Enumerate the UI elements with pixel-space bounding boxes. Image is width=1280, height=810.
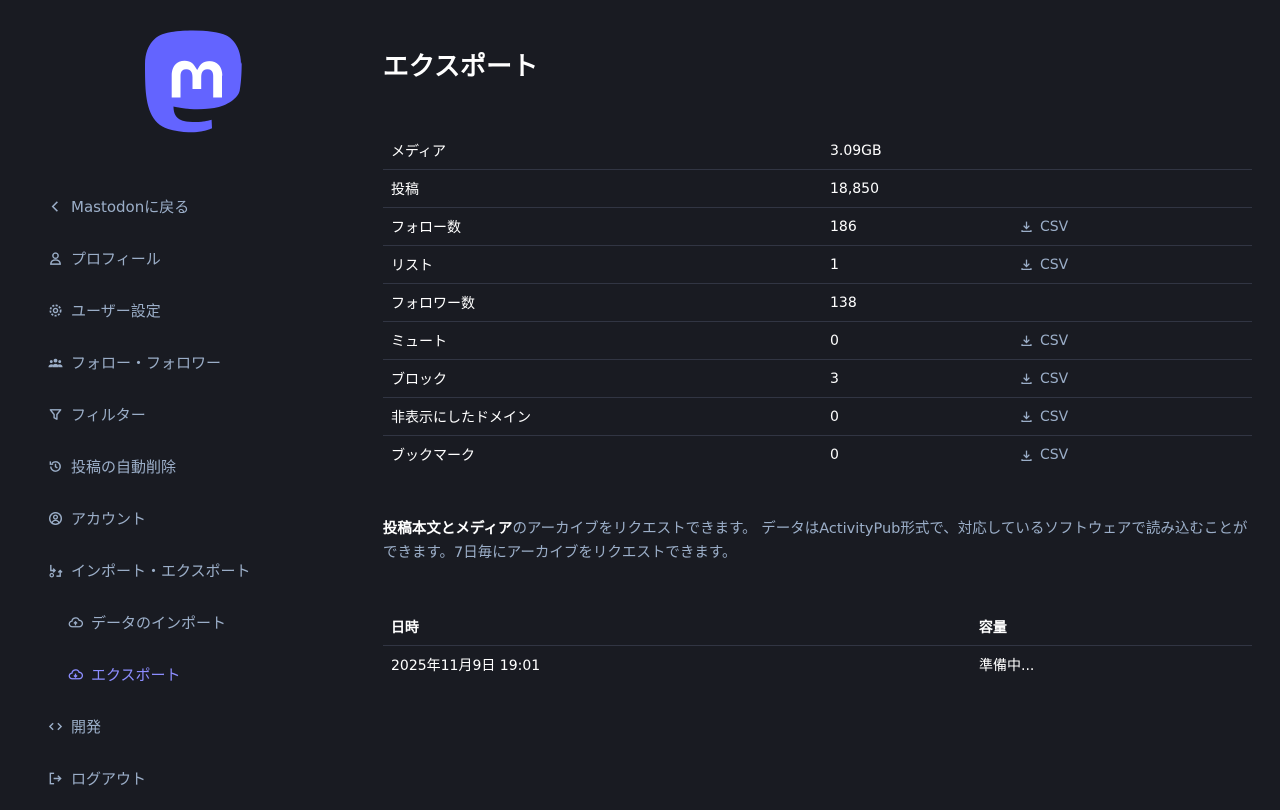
column-header-datetime: 日時 xyxy=(391,619,419,636)
gear-icon xyxy=(48,303,63,318)
csv-label: CSV xyxy=(1040,447,1069,463)
archive-size: 準備中... xyxy=(979,658,1035,674)
sidebar-item-label: Mastodonに戻る xyxy=(71,197,190,216)
archive-table: 日時 容量 2025年11月9日 19:01 準備中... xyxy=(383,608,1252,684)
sidebar-item-label: データのインポート xyxy=(91,613,227,632)
stat-value: 138 xyxy=(830,294,857,311)
table-row: ブロック 3 CSV xyxy=(383,360,1252,398)
download-icon xyxy=(1021,259,1032,271)
csv-download-mutes[interactable]: CSV xyxy=(1020,333,1068,349)
csv-label: CSV xyxy=(1040,408,1069,425)
people-icon xyxy=(48,355,63,370)
download-icon xyxy=(1021,373,1032,385)
cloud-upload-icon xyxy=(68,615,83,630)
logout-icon xyxy=(48,771,63,786)
csv-download-follows[interactable]: CSV xyxy=(1020,219,1068,235)
sidebar-item-preferences[interactable]: ユーザー設定 xyxy=(48,298,161,322)
stat-label: ブックマーク xyxy=(391,448,475,464)
table-row: リスト 1 CSV xyxy=(383,246,1252,284)
stat-value: 0 xyxy=(830,408,839,425)
import-export-icon xyxy=(48,563,63,578)
account-circle-icon xyxy=(48,511,63,526)
stat-label: ミュート xyxy=(391,333,447,350)
csv-label: CSV xyxy=(1040,370,1069,387)
sidebar-item-development[interactable]: 開発 xyxy=(48,714,101,738)
download-icon xyxy=(1021,335,1032,347)
sidebar-item-label: フォロー・フォロワー xyxy=(71,353,222,372)
person-icon xyxy=(48,251,63,266)
export-stats-table: メディア 3.09GB 投稿 18,850 フォロー数 186 CSV リスト … xyxy=(383,132,1252,474)
archive-datetime: 2025年11月9日 19:01 xyxy=(391,658,541,674)
download-icon xyxy=(1021,411,1032,423)
stat-label: リスト xyxy=(391,257,433,274)
download-icon xyxy=(1021,221,1032,233)
stat-label: フォロー数 xyxy=(391,219,461,236)
sidebar-item-import-export[interactable]: インポート・エクスポート xyxy=(48,558,251,582)
sidebar-item-label: 開発 xyxy=(71,717,102,736)
sidebar-item-label: エクスポート xyxy=(91,665,181,684)
history-icon xyxy=(48,459,63,474)
sidebar-item-data-import[interactable]: データのインポート xyxy=(68,610,226,634)
stat-value: 0 xyxy=(830,447,839,463)
archive-note-text: のアーカイブをリクエストできます。 データはActivityPub形式で、対応し… xyxy=(383,521,1248,561)
stat-value: 3.09GB xyxy=(830,142,882,159)
sidebar-item-auto-delete[interactable]: 投稿の自動削除 xyxy=(48,454,176,478)
table-row: 投稿 18,850 xyxy=(383,170,1252,208)
sidebar-item-export[interactable]: エクスポート xyxy=(68,662,181,686)
archive-description: 投稿本文とメディアのアーカイブをリクエストできます。 データはActivityP… xyxy=(383,517,1253,565)
filter-icon xyxy=(48,407,63,422)
sidebar-item-label: ログアウト xyxy=(71,769,147,788)
sidebar-item-label: ユーザー設定 xyxy=(71,301,161,320)
csv-download-lists[interactable]: CSV xyxy=(1020,257,1068,273)
sidebar: Mastodonに戻る プロフィール ユーザー設定 フォロー・フォロワー フィル… xyxy=(0,0,340,810)
stat-value: 1 xyxy=(830,256,839,273)
stat-value: 18,850 xyxy=(830,180,879,197)
sidebar-item-label: インポート・エクスポート xyxy=(71,561,251,580)
chevron-left-icon xyxy=(48,199,63,214)
stat-label: 投稿 xyxy=(391,181,419,198)
table-row: 非表示にしたドメイン 0 CSV xyxy=(383,398,1252,436)
csv-download-blocks[interactable]: CSV xyxy=(1020,371,1068,387)
sidebar-item-profile[interactable]: プロフィール xyxy=(48,246,161,270)
csv-label: CSV xyxy=(1040,218,1069,235)
sidebar-item-label: フィルター xyxy=(71,405,146,424)
table-row: ミュート 0 CSV xyxy=(383,322,1252,360)
stat-label: 非表示にしたドメイン xyxy=(391,409,531,426)
cloud-download-icon xyxy=(68,667,83,682)
table-row: フォロー数 186 CSV xyxy=(383,208,1252,246)
table-row: ブックマーク 0 CSV xyxy=(383,436,1252,474)
csv-label: CSV xyxy=(1040,332,1069,349)
archive-table-header: 日時 容量 xyxy=(383,608,1252,646)
csv-label: CSV xyxy=(1040,256,1069,273)
stat-label: フォロワー数 xyxy=(391,295,475,312)
stat-value: 0 xyxy=(830,332,839,349)
archive-note-bold: 投稿本文とメディア xyxy=(383,521,513,537)
stat-value: 186 xyxy=(830,218,857,235)
sidebar-item-account[interactable]: アカウント xyxy=(48,506,146,530)
stat-label: メディア xyxy=(391,143,447,160)
download-icon xyxy=(1021,450,1032,461)
table-row: 2025年11月9日 19:01 準備中... xyxy=(383,646,1252,684)
sidebar-item-relationships[interactable]: フォロー・フォロワー xyxy=(48,350,221,374)
column-header-size: 容量 xyxy=(979,619,1007,636)
csv-download-domain-blocks[interactable]: CSV xyxy=(1020,409,1068,425)
code-icon xyxy=(48,719,63,734)
sidebar-item-label: プロフィール xyxy=(71,249,161,268)
table-row: メディア 3.09GB xyxy=(383,132,1252,170)
sidebar-item-label: アカウント xyxy=(71,509,147,528)
sidebar-item-back[interactable]: Mastodonに戻る xyxy=(48,194,189,218)
sidebar-item-label: 投稿の自動削除 xyxy=(71,457,177,476)
page-title: エクスポート xyxy=(383,52,539,82)
stat-value: 3 xyxy=(830,370,839,387)
sidebar-item-logout[interactable]: ログアウト xyxy=(48,766,146,790)
csv-download-bookmarks[interactable]: CSV xyxy=(1020,447,1068,463)
table-row: フォロワー数 138 xyxy=(383,284,1252,322)
mastodon-logo-icon[interactable] xyxy=(140,28,244,138)
sidebar-item-filters[interactable]: フィルター xyxy=(48,402,146,426)
stat-label: ブロック xyxy=(391,371,447,388)
